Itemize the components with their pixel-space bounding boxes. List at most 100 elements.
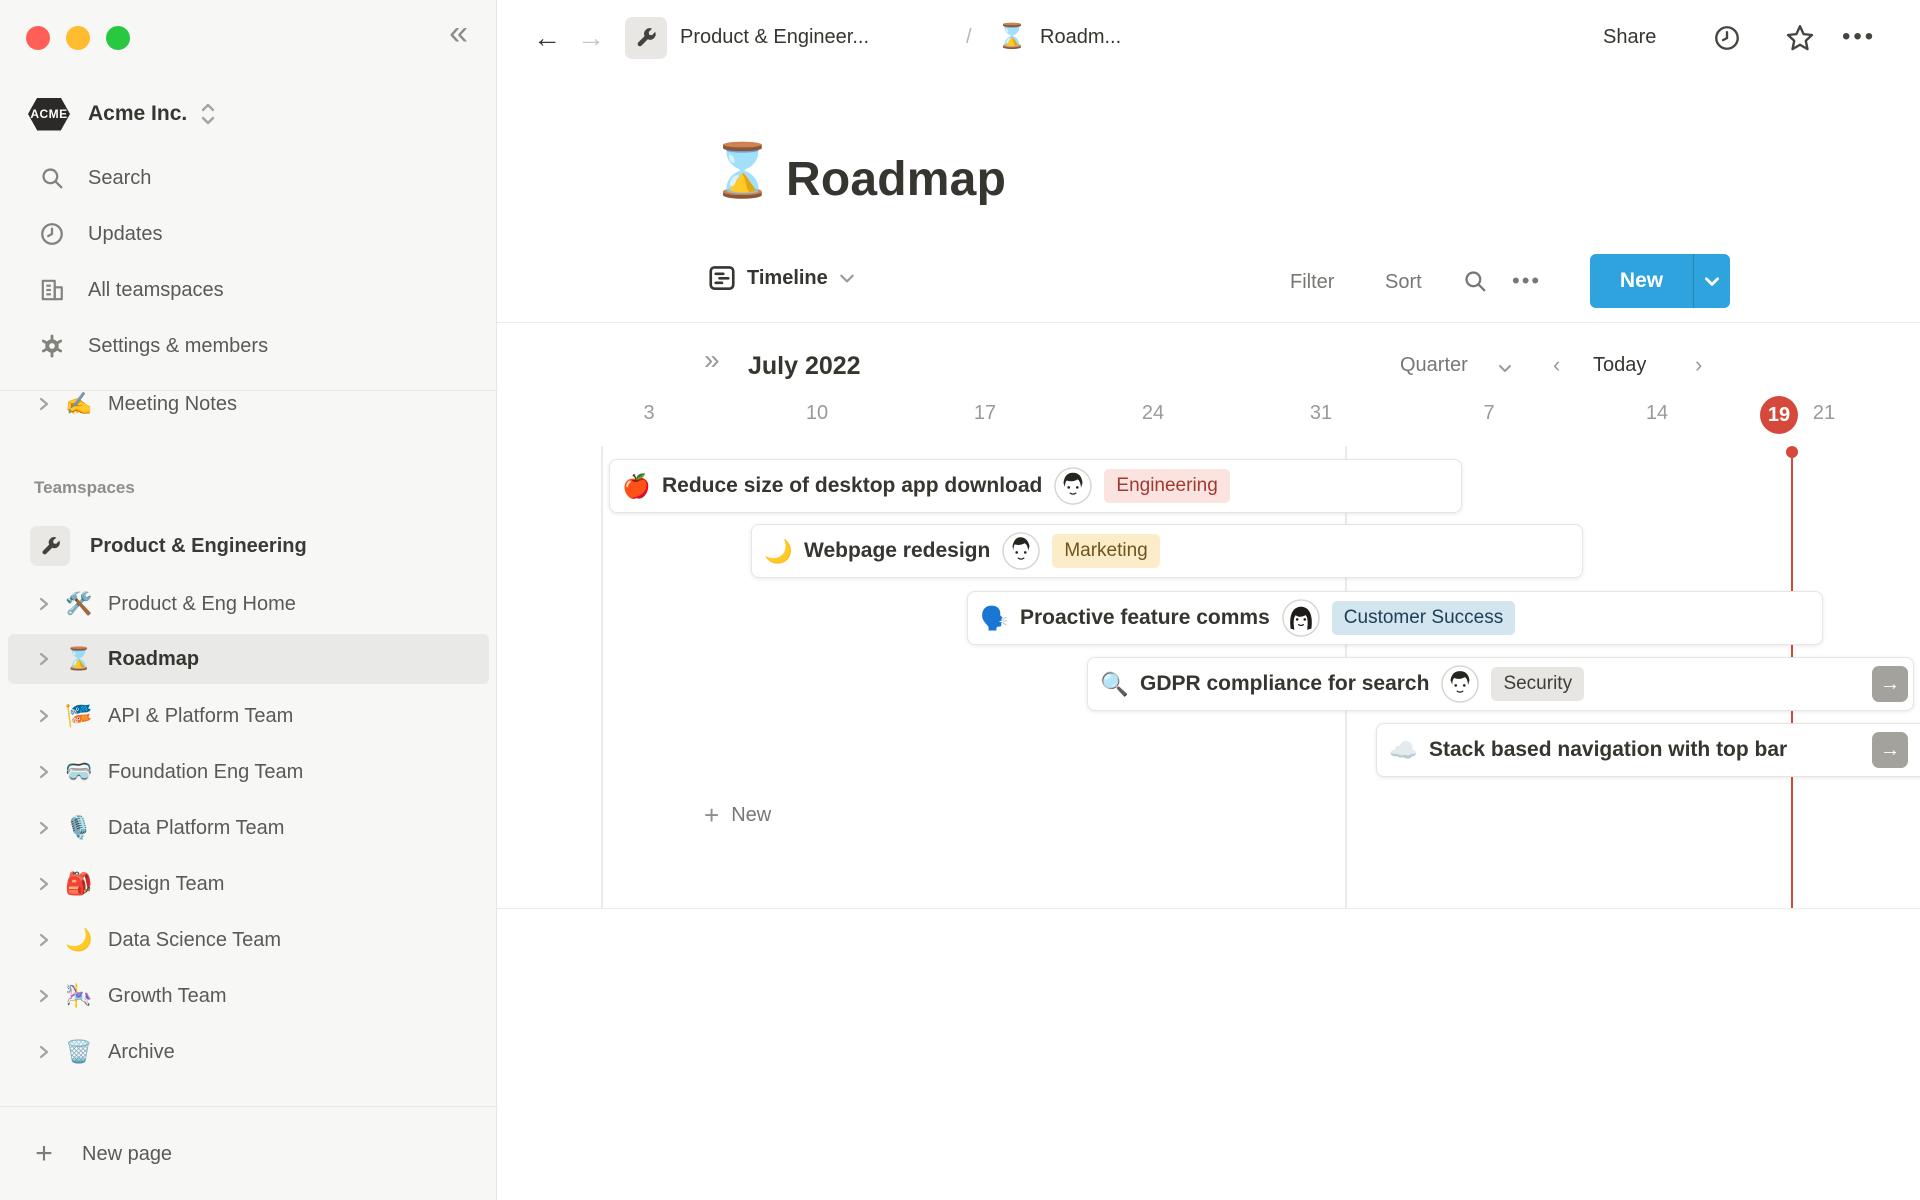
- timeline-item-proactive-feature-comms[interactable]: 🗣️ Proactive feature comms Customer Succ…: [967, 591, 1823, 645]
- sidebar-item-search[interactable]: Search: [0, 153, 497, 203]
- page-emoji: 🎒: [65, 871, 93, 896]
- timeline-item-reduce-size[interactable]: 🍎 Reduce size of desktop app download En…: [609, 459, 1462, 513]
- breadcrumb-page[interactable]: Roadm...: [1040, 26, 1121, 49]
- breadcrumb-teamspace[interactable]: Product & Engineer...: [680, 26, 869, 49]
- notion-window: « ACME Acme Inc. Search Updates All team…: [0, 0, 1920, 1200]
- item-title: Reduce size of desktop app download: [662, 474, 1043, 497]
- timeline-expand-icon[interactable]: »: [704, 346, 720, 374]
- page-history-icon[interactable]: [1713, 24, 1741, 52]
- view-tab-timeline[interactable]: Timeline: [707, 263, 856, 293]
- avatar: [1054, 467, 1093, 505]
- chevron-right-icon[interactable]: [36, 651, 52, 667]
- timeline-new-item-button[interactable]: + New: [704, 802, 771, 828]
- chevron-right-icon[interactable]: [36, 396, 52, 412]
- sidebar-item-updates[interactable]: Updates: [0, 209, 497, 259]
- chevron-right-icon[interactable]: [36, 764, 52, 780]
- today-marker-dot: [1786, 446, 1798, 458]
- teamspaces-section-header: Teamspaces: [34, 478, 135, 497]
- sidebar-item-foundation-eng-team[interactable]: 🥽 Foundation Eng Team: [0, 747, 497, 797]
- sidebar-item-data-platform-team[interactable]: 🎙️ Data Platform Team: [0, 803, 497, 853]
- sidebar-item-label: Settings & members: [88, 334, 269, 357]
- sidebar-item-meeting-notes[interactable]: ✍️ Meeting Notes: [0, 379, 497, 429]
- sidebar-item-label: Meeting Notes: [108, 392, 237, 415]
- wrench-icon: [30, 526, 70, 566]
- sidebar-item-product-engineering[interactable]: Product & Engineering: [0, 521, 497, 571]
- sidebar-item-label: Search: [88, 166, 152, 189]
- date-label: 17: [973, 402, 997, 424]
- workspace-switcher[interactable]: ACME Acme Inc.: [28, 94, 217, 134]
- item-title: Webpage redesign: [804, 539, 991, 562]
- date-label: 10: [805, 402, 829, 424]
- avatar: [1282, 599, 1320, 637]
- filter-button[interactable]: Filter: [1290, 271, 1334, 294]
- share-button[interactable]: Share: [1603, 26, 1656, 49]
- new-button-label[interactable]: New: [1590, 254, 1693, 308]
- sidebar-item-product-eng-home[interactable]: 🛠️ Product & Eng Home: [0, 579, 497, 629]
- favorite-star-icon[interactable]: [1785, 23, 1815, 53]
- minimize-window-button[interactable]: [66, 26, 90, 50]
- timeline-prev-icon[interactable]: ‹: [1553, 352, 1560, 378]
- sidebar-item-label: Design Team: [108, 872, 225, 895]
- sidebar-item-archive[interactable]: 🗑️ Archive: [0, 1027, 497, 1077]
- more-options-icon[interactable]: •••: [1842, 23, 1876, 51]
- history-forward-button[interactable]: →: [577, 24, 605, 52]
- sidebar-item-growth-team[interactable]: 🎠 Growth Team: [0, 971, 497, 1021]
- zoom-window-button[interactable]: [106, 26, 130, 50]
- breadcrumb-page-emoji: ⌛: [997, 23, 1027, 50]
- chevron-right-icon[interactable]: [36, 988, 52, 1004]
- bar-continues-right-icon[interactable]: →: [1872, 666, 1908, 702]
- date-label: 24: [1141, 402, 1165, 424]
- workspace-name: Acme Inc.: [88, 102, 188, 125]
- clock-icon: [38, 221, 66, 247]
- chevron-right-icon[interactable]: [36, 820, 52, 836]
- page-emoji: 🎙️: [65, 815, 93, 840]
- page-emoji: 🌙: [65, 927, 93, 952]
- team-tag: Engineering: [1104, 469, 1230, 503]
- page-title[interactable]: Roadmap: [786, 152, 1006, 207]
- new-page-button[interactable]: + New page: [0, 1129, 497, 1179]
- sidebar-item-settings[interactable]: Settings & members: [0, 321, 497, 371]
- timeline-period-label[interactable]: July 2022: [748, 352, 861, 381]
- timeline-zoom-select[interactable]: Quarter: [1400, 354, 1468, 377]
- sidebar-item-design-team[interactable]: 🎒 Design Team: [0, 859, 497, 909]
- sort-button[interactable]: Sort: [1385, 271, 1422, 294]
- sidebar-item-label: Roadmap: [108, 647, 200, 670]
- sidebar-divider: [0, 1106, 497, 1107]
- sidebar-item-label: Growth Team: [108, 984, 227, 1007]
- bar-continues-right-icon[interactable]: →: [1872, 732, 1908, 768]
- breadcrumb-teamspace-icon[interactable]: [625, 17, 667, 59]
- chevron-right-icon[interactable]: [36, 708, 52, 724]
- chevron-right-icon[interactable]: [36, 1044, 52, 1060]
- new-page-label: New page: [82, 1142, 173, 1165]
- today-button[interactable]: Today: [1593, 354, 1646, 377]
- chevron-right-icon[interactable]: [36, 932, 52, 948]
- new-button[interactable]: New: [1590, 254, 1730, 308]
- chevron-down-icon[interactable]: [1694, 254, 1730, 308]
- item-emoji: 🔍: [1100, 670, 1129, 697]
- sidebar-item-data-science-team[interactable]: 🌙 Data Science Team: [0, 915, 497, 965]
- page-title-emoji[interactable]: ⌛: [710, 145, 775, 197]
- plus-icon: +: [35, 1137, 53, 1170]
- view-more-options-icon[interactable]: •••: [1512, 268, 1541, 294]
- history-back-button[interactable]: ←: [533, 24, 561, 52]
- chevron-down-icon: [1497, 360, 1513, 376]
- chevron-right-icon[interactable]: [36, 596, 52, 612]
- gear-icon: [38, 333, 66, 359]
- item-title: Proactive feature comms: [1020, 606, 1270, 629]
- sidebar-item-roadmap[interactable]: ⌛ Roadmap: [8, 634, 489, 684]
- search-icon[interactable]: [1462, 268, 1488, 294]
- timeline-item-stack-navigation[interactable]: ☁️ Stack based navigation with top bar: [1376, 723, 1920, 777]
- item-emoji: ☁️: [1389, 736, 1418, 763]
- sidebar-collapse-icon[interactable]: «: [449, 16, 468, 50]
- wrench-icon: [637, 28, 656, 47]
- sidebar-item-all-teamspaces[interactable]: All teamspaces: [0, 265, 497, 315]
- chevron-right-icon[interactable]: [36, 876, 52, 892]
- search-icon: [38, 165, 66, 191]
- sidebar-item-api-platform-team[interactable]: 🎏 API & Platform Team: [0, 691, 497, 741]
- timeline-next-icon[interactable]: ›: [1695, 352, 1702, 378]
- timeline-item-webpage-redesign[interactable]: 🌙 Webpage redesign Marketing: [751, 524, 1583, 578]
- timeline-item-gdpr-compliance[interactable]: 🔍 GDPR compliance for search Security: [1087, 657, 1914, 711]
- page-emoji: 🎠: [65, 983, 93, 1008]
- toolbar-divider: [497, 322, 1920, 323]
- close-window-button[interactable]: [26, 26, 50, 50]
